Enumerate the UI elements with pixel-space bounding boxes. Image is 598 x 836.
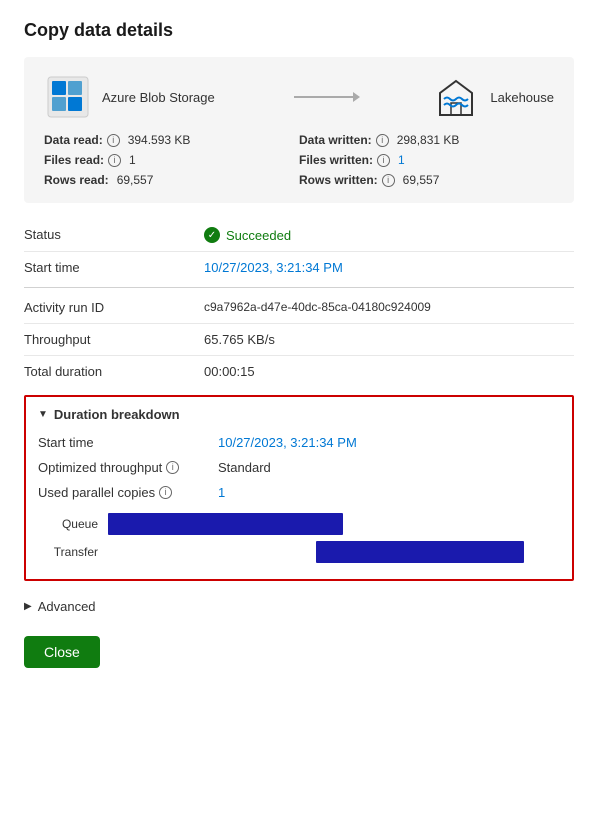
files-written-label: Files written: (299, 153, 373, 167)
copy-flow-inner: Azure Blob Storage Lakehouse (44, 73, 554, 187)
transfer-bar-row: Transfer (38, 541, 560, 563)
files-read-row: Files read: i 1 (44, 153, 299, 167)
chevron-down-icon: ▼ (38, 409, 48, 420)
files-written-value: 1 (398, 153, 405, 167)
files-written-row: Files written: i 1 (299, 153, 554, 167)
activity-run-id-label: Activity run ID (24, 300, 204, 315)
start-time-value: 10/27/2023, 3:21:34 PM (204, 260, 574, 275)
rows-read-row: Rows read: 69,557 (44, 173, 299, 187)
start-time-label: Start time (24, 260, 204, 275)
info-section-2: Activity run ID c9a7962a-d47e-40dc-85ca-… (24, 292, 574, 387)
parallel-copies-info-icon[interactable]: i (159, 486, 172, 499)
divider-1 (24, 287, 574, 288)
duration-start-time-value: 10/27/2023, 3:21:34 PM (218, 435, 357, 450)
chevron-right-icon: ▶ (24, 601, 32, 612)
queue-bar-track (108, 513, 560, 535)
rows-read-label: Rows read: (44, 173, 109, 187)
lakehouse-icon (432, 73, 480, 121)
total-duration-row: Total duration 00:00:15 (24, 356, 574, 387)
status-value: ✓ Succeeded (204, 227, 574, 243)
data-read-row: Data read: i 394.593 KB (44, 133, 299, 147)
status-text: Succeeded (226, 228, 291, 243)
activity-run-id-value: c9a7962a-d47e-40dc-85ca-04180c924009 (204, 300, 574, 314)
rows-written-label: Rows written: (299, 173, 378, 187)
duration-start-time-row: Start time 10/27/2023, 3:21:34 PM (38, 430, 560, 455)
info-section: Status ✓ Succeeded Start time 10/27/2023… (24, 219, 574, 283)
rows-written-info-icon[interactable]: i (382, 174, 395, 187)
activity-run-id-row: Activity run ID c9a7962a-d47e-40dc-85ca-… (24, 292, 574, 324)
status-row: Status ✓ Succeeded (24, 219, 574, 252)
transfer-bar-track (108, 541, 560, 563)
optimized-throughput-row: Optimized throughput i Standard (38, 455, 560, 480)
advanced-label: Advanced (38, 599, 96, 614)
copy-flow-top: Azure Blob Storage Lakehouse (44, 73, 554, 121)
azure-blob-storage-icon (44, 73, 92, 121)
optimized-throughput-info-icon[interactable]: i (166, 461, 179, 474)
transfer-bar-fill (316, 541, 524, 563)
optimized-throughput-value: Standard (218, 460, 271, 475)
data-written-row: Data written: i 298,831 KB (299, 133, 554, 147)
total-duration-label: Total duration (24, 364, 204, 379)
duration-start-time-label: Start time (38, 435, 218, 450)
queue-bar-label: Queue (38, 517, 108, 531)
parallel-copies-value: 1 (218, 485, 225, 500)
advanced-section[interactable]: ▶ Advanced (24, 589, 574, 624)
queue-bar-fill (108, 513, 343, 535)
files-written-info-icon[interactable]: i (377, 154, 390, 167)
close-button[interactable]: Close (24, 636, 100, 668)
status-label: Status (24, 227, 204, 242)
throughput-row: Throughput 65.765 KB/s (24, 324, 574, 356)
copy-flow-card: Azure Blob Storage Lakehouse (24, 57, 574, 203)
parallel-copies-row: Used parallel copies i 1 (38, 480, 560, 505)
data-written-label: Data written: (299, 133, 372, 147)
duration-breakdown-title: Duration breakdown (54, 407, 180, 422)
data-read-value: 394.593 KB (128, 133, 191, 147)
rows-written-row: Rows written: i 69,557 (299, 173, 554, 187)
files-read-info-icon[interactable]: i (108, 154, 121, 167)
optimized-throughput-label: Optimized throughput i (38, 460, 218, 475)
data-written-info-icon[interactable]: i (376, 134, 389, 147)
data-read-info-icon[interactable]: i (107, 134, 120, 147)
data-read-label: Data read: (44, 133, 103, 147)
duration-breakdown-box: ▼ Duration breakdown Start time 10/27/20… (24, 395, 574, 581)
transfer-bar-label: Transfer (38, 545, 108, 559)
rows-written-value: 69,557 (403, 173, 440, 187)
start-time-row: Start time 10/27/2023, 3:21:34 PM (24, 252, 574, 283)
success-icon: ✓ (204, 227, 220, 243)
total-duration-value: 00:00:15 (204, 364, 574, 379)
files-read-value: 1 (129, 153, 136, 167)
dest-label: Lakehouse (490, 90, 554, 105)
source-label: Azure Blob Storage (102, 90, 215, 105)
duration-breakdown-header[interactable]: ▼ Duration breakdown (38, 407, 560, 422)
stats-grid: Data read: i 394.593 KB Data written: i … (44, 133, 554, 187)
bar-chart: Queue Transfer (38, 513, 560, 563)
rows-read-value: 69,557 (117, 173, 154, 187)
parallel-copies-label: Used parallel copies i (38, 485, 218, 500)
queue-bar-row: Queue (38, 513, 560, 535)
arrow-area (215, 96, 433, 98)
throughput-label: Throughput (24, 332, 204, 347)
page-title: Copy data details (24, 20, 574, 41)
files-read-label: Files read: (44, 153, 104, 167)
arrow-line (294, 96, 354, 98)
data-written-value: 298,831 KB (397, 133, 460, 147)
throughput-value: 65.765 KB/s (204, 332, 574, 347)
